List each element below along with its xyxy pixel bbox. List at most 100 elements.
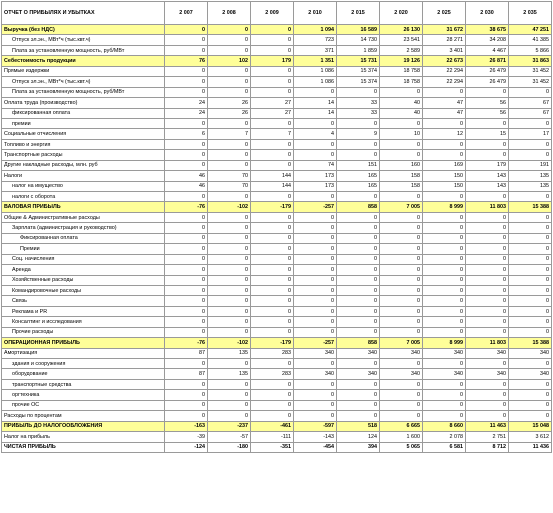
- year-header-2008[interactable]: 2 008: [207, 1, 251, 25]
- value-cell[interactable]: 22 294: [422, 76, 466, 88]
- value-cell[interactable]: 0: [207, 211, 251, 224]
- value-cell[interactable]: 46: [164, 180, 208, 193]
- value-cell[interactable]: 0: [336, 117, 380, 130]
- value-cell[interactable]: 1 086: [293, 76, 337, 88]
- value-cell[interactable]: 0: [164, 23, 208, 36]
- value-cell[interactable]: 14 730: [336, 34, 380, 46]
- value-cell[interactable]: 0: [465, 264, 509, 276]
- value-cell[interactable]: 0: [465, 410, 509, 422]
- value-cell[interactable]: 723: [293, 34, 337, 46]
- value-cell[interactable]: 0: [164, 44, 208, 57]
- value-cell[interactable]: 0: [336, 305, 380, 318]
- value-cell[interactable]: 0: [293, 86, 337, 99]
- value-cell[interactable]: 340: [465, 347, 509, 360]
- value-cell[interactable]: 1 600: [379, 431, 423, 443]
- row-label-cell[interactable]: Соц. начисления: [1, 253, 165, 266]
- value-cell[interactable]: 22 673: [422, 55, 466, 67]
- row-label-cell[interactable]: оборудование: [1, 368, 165, 380]
- value-cell[interactable]: -597: [293, 420, 337, 433]
- value-cell[interactable]: 0: [508, 264, 552, 276]
- value-cell[interactable]: 5 065: [379, 441, 423, 453]
- value-cell[interactable]: 0: [379, 316, 423, 328]
- value-cell[interactable]: -102: [207, 337, 251, 349]
- year-header-2009[interactable]: 2 009: [250, 1, 294, 25]
- value-cell[interactable]: 0: [207, 399, 251, 412]
- value-cell[interactable]: 0: [164, 86, 208, 99]
- value-cell[interactable]: 0: [293, 232, 337, 245]
- row-label-cell[interactable]: Прочие расходы: [1, 326, 165, 339]
- row-label-cell[interactable]: Расходы по процентам: [1, 410, 165, 422]
- value-cell[interactable]: 0: [508, 211, 552, 224]
- value-cell[interactable]: 0: [164, 295, 208, 307]
- value-cell[interactable]: 0: [379, 378, 423, 391]
- year-header-2035[interactable]: 2 035: [508, 1, 552, 25]
- value-cell[interactable]: 0: [293, 284, 337, 297]
- value-cell[interactable]: -237: [207, 420, 251, 433]
- value-cell[interactable]: 15 374: [336, 76, 380, 88]
- value-cell[interactable]: 0: [336, 410, 380, 422]
- value-cell[interactable]: 0: [293, 357, 337, 370]
- value-cell[interactable]: 0: [379, 211, 423, 224]
- value-cell[interactable]: 0: [164, 253, 208, 266]
- value-cell[interactable]: 151: [336, 159, 380, 172]
- value-cell[interactable]: 26 871: [465, 55, 509, 67]
- value-cell[interactable]: 22 294: [422, 65, 466, 78]
- value-cell[interactable]: 8 712: [465, 441, 509, 453]
- value-cell[interactable]: 0: [336, 232, 380, 245]
- value-cell[interactable]: 0: [207, 149, 251, 161]
- value-cell[interactable]: 0: [379, 117, 423, 130]
- value-cell[interactable]: 858: [336, 201, 380, 213]
- value-cell[interactable]: 0: [465, 243, 509, 255]
- value-cell[interactable]: 26: [207, 97, 251, 109]
- value-cell[interactable]: 0: [422, 316, 466, 328]
- value-cell[interactable]: 0: [293, 138, 337, 151]
- row-label-cell[interactable]: Отпуск эл.эн., МВт*ч (тыс.квт.ч): [1, 76, 165, 88]
- row-label-cell[interactable]: Отпуск эл.эн., МВт*ч (тыс.квт.ч): [1, 34, 165, 46]
- row-label-cell[interactable]: Премии: [1, 243, 165, 255]
- value-cell[interactable]: 0: [508, 410, 552, 422]
- row-label-cell[interactable]: налоги с оборота: [1, 190, 165, 203]
- value-cell[interactable]: 0: [207, 389, 251, 401]
- row-label-cell[interactable]: Реклама и PR: [1, 305, 165, 318]
- value-cell[interactable]: 0: [207, 326, 251, 339]
- value-cell[interactable]: 0: [508, 138, 552, 151]
- value-cell[interactable]: 0: [422, 274, 466, 286]
- value-cell[interactable]: 0: [293, 117, 337, 130]
- value-cell[interactable]: 3 612: [508, 431, 552, 443]
- row-label-cell[interactable]: налог на имущество: [1, 180, 165, 193]
- value-cell[interactable]: 0: [250, 149, 294, 161]
- value-cell[interactable]: 0: [207, 232, 251, 245]
- value-cell[interactable]: 0: [207, 138, 251, 151]
- value-cell[interactable]: 0: [207, 86, 251, 99]
- value-cell[interactable]: 46: [164, 170, 208, 182]
- value-cell[interactable]: 0: [336, 357, 380, 370]
- value-cell[interactable]: 0: [164, 149, 208, 161]
- value-cell[interactable]: -124: [164, 441, 208, 453]
- row-label-cell[interactable]: Социальные отчисления: [1, 128, 165, 140]
- value-cell[interactable]: -454: [293, 441, 337, 453]
- value-cell[interactable]: 0: [250, 138, 294, 151]
- value-cell[interactable]: 0: [465, 284, 509, 297]
- value-cell[interactable]: 0: [336, 284, 380, 297]
- value-cell[interactable]: 0: [250, 305, 294, 318]
- value-cell[interactable]: 0: [422, 295, 466, 307]
- value-cell[interactable]: 0: [207, 264, 251, 276]
- value-cell[interactable]: 0: [250, 264, 294, 276]
- value-cell[interactable]: 31 672: [422, 23, 466, 36]
- value-cell[interactable]: 0: [508, 190, 552, 203]
- value-cell[interactable]: 0: [508, 399, 552, 412]
- value-cell[interactable]: 340: [422, 368, 466, 380]
- value-cell[interactable]: 18 758: [379, 65, 423, 78]
- value-cell[interactable]: 0: [293, 190, 337, 203]
- value-cell[interactable]: 0: [293, 389, 337, 401]
- year-header-2020[interactable]: 2 020: [379, 1, 423, 25]
- value-cell[interactable]: 0: [379, 222, 423, 234]
- value-cell[interactable]: 67: [508, 97, 552, 109]
- value-cell[interactable]: 0: [379, 326, 423, 339]
- row-label-cell[interactable]: Оплата труда (производство): [1, 97, 165, 109]
- value-cell[interactable]: 0: [164, 284, 208, 297]
- value-cell[interactable]: -461: [250, 420, 294, 433]
- value-cell[interactable]: 7 005: [379, 337, 423, 349]
- value-cell[interactable]: 0: [250, 378, 294, 391]
- value-cell[interactable]: 394: [336, 441, 380, 453]
